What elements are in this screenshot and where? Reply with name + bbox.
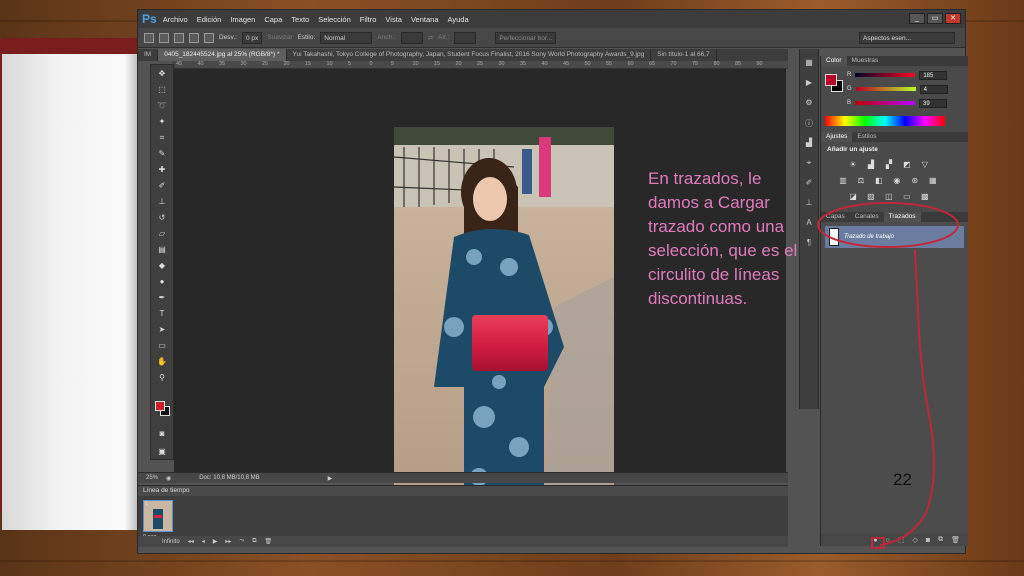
red-circle-annotation: [817, 202, 959, 549]
slide-number: 22: [893, 470, 912, 489]
